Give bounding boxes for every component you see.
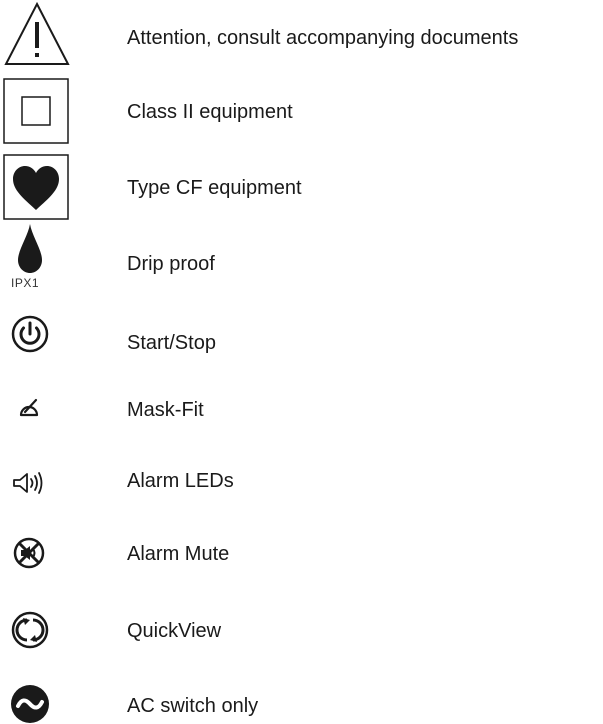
power-icon (11, 315, 49, 353)
symbol-label: QuickView (127, 620, 222, 642)
symbol-label: Attention, consult accompanying document… (127, 27, 519, 49)
symbol-label: Alarm LEDs (127, 470, 234, 492)
quickview-icon (11, 611, 49, 649)
drop-icon (18, 224, 42, 273)
symbol-legend: Attention, consult accompanying document… (0, 0, 603, 724)
speaker-icon (13, 472, 43, 494)
symbol-label: Mask-Fit (127, 399, 204, 421)
symbol-label: Drip proof (127, 253, 215, 275)
symbol-label: Class II equipment (127, 101, 293, 123)
alarm-mute-icon (13, 537, 45, 569)
symbol-label: AC switch only (127, 695, 259, 717)
symbol-label: Alarm Mute (127, 543, 230, 565)
mask-fit-icon (19, 398, 39, 417)
symbol-label: Start/Stop (127, 332, 216, 354)
heart-icon (3, 154, 69, 220)
ipx-code: IPX1 (11, 276, 40, 290)
warning-triangle-icon (4, 1, 70, 65)
symbol-label: Type CF equipment (127, 177, 302, 199)
ac-switch-icon (11, 685, 49, 723)
class-ii-square-icon (3, 78, 69, 144)
